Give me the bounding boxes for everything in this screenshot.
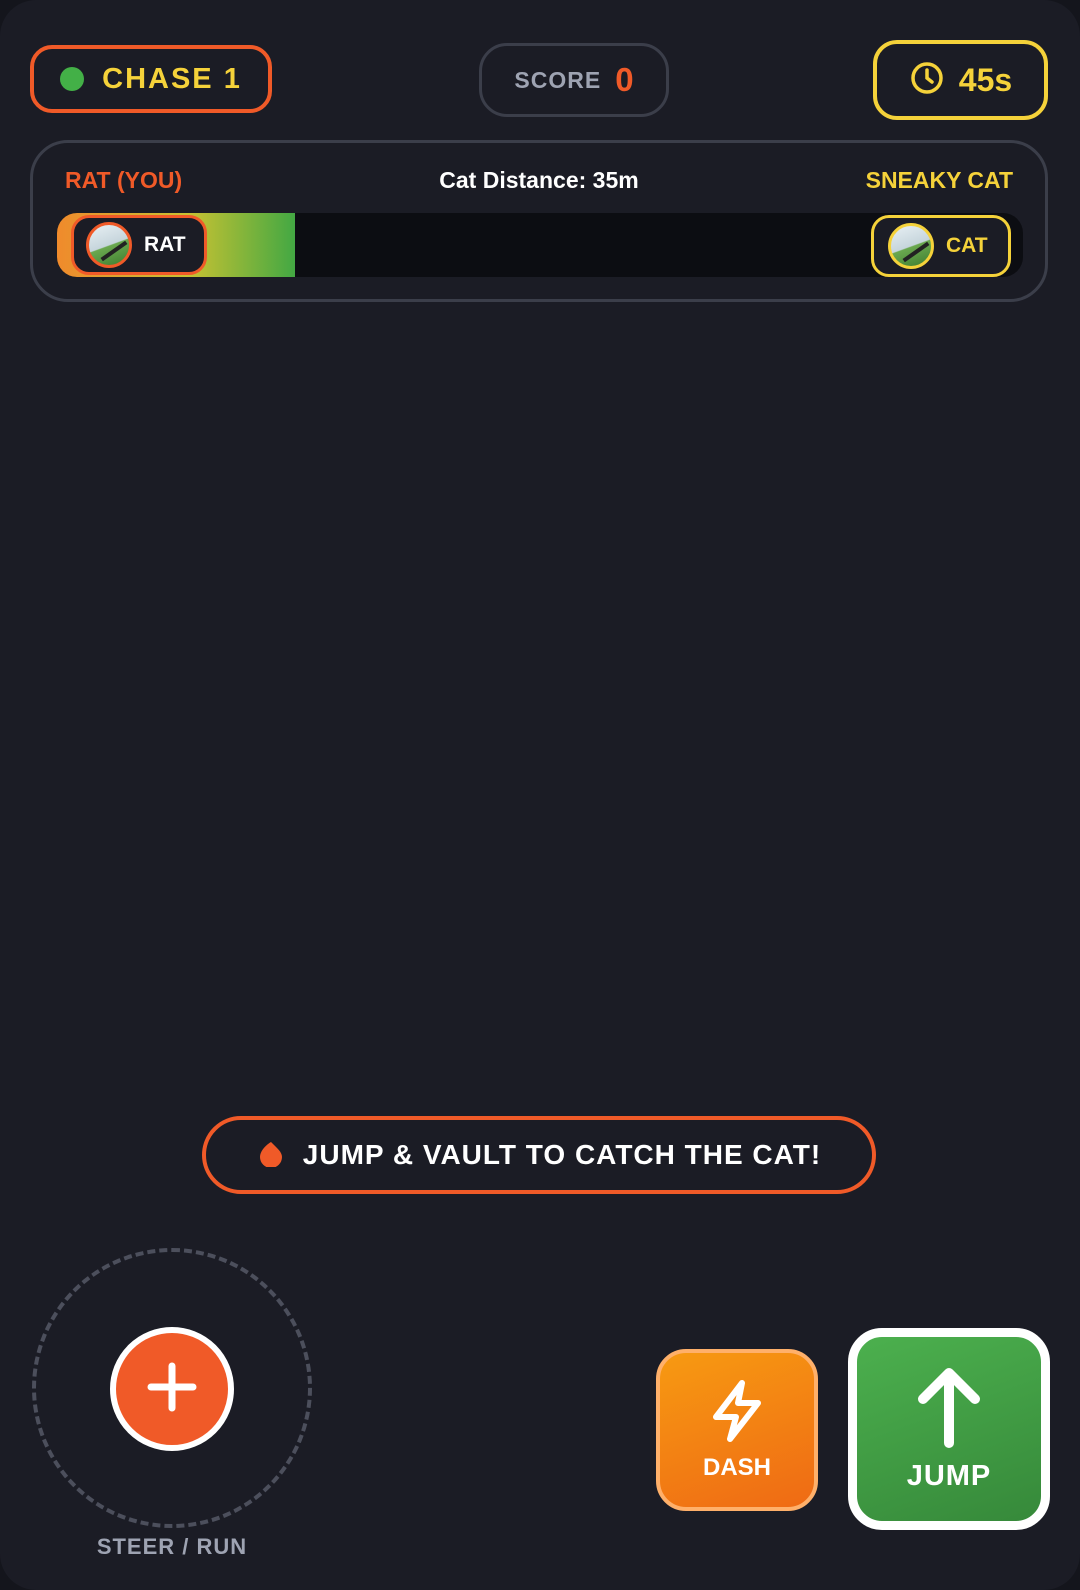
jump-label: JUMP [906,1460,992,1492]
rat-marker-label: RAT [144,233,186,256]
joystick-label: STEER / RUN [96,1534,248,1559]
hint-banner: JUMP & VAULT TO CATCH THE CAT! [202,1116,876,1194]
joystick-knob[interactable] [110,1327,234,1451]
chase-progress-panel: RAT (YOU) Cat Distance: 35m SNEAKY CAT R… [30,140,1048,302]
chase-label: CHASE 1 [102,62,242,95]
cat-marker: CAT [871,215,1011,277]
hint-text: JUMP & VAULT TO CATCH THE CAT! [302,1139,822,1170]
plus-icon [145,1360,199,1419]
timer-value: 45s [958,61,1013,98]
dash-label: DASH [702,1453,771,1481]
opponent-label: SNEAKY CAT [865,167,1013,193]
jump-button[interactable]: JUMP [848,1328,1050,1530]
dash-button[interactable]: DASH [656,1349,818,1511]
score-label: SCORE [514,66,602,93]
rat-avatar [86,222,132,268]
game-screen: CHASE 1 SCORE 0 45s RAT (YOU) Cat Distan… [0,0,1080,1590]
rat-marker: RAT [71,215,207,275]
score-value: 0 [615,61,634,98]
chase-level-badge: CHASE 1 [30,45,272,113]
status-dot-icon [60,67,85,91]
score-badge: SCORE 0 [479,43,669,117]
flame-icon [257,1139,285,1172]
arrow-up-icon [913,1365,985,1454]
lightning-icon [706,1379,768,1448]
clock-icon [909,60,945,101]
cat-marker-label: CAT [946,234,988,257]
timer-badge: 45s [873,40,1048,120]
cat-avatar [888,223,934,269]
